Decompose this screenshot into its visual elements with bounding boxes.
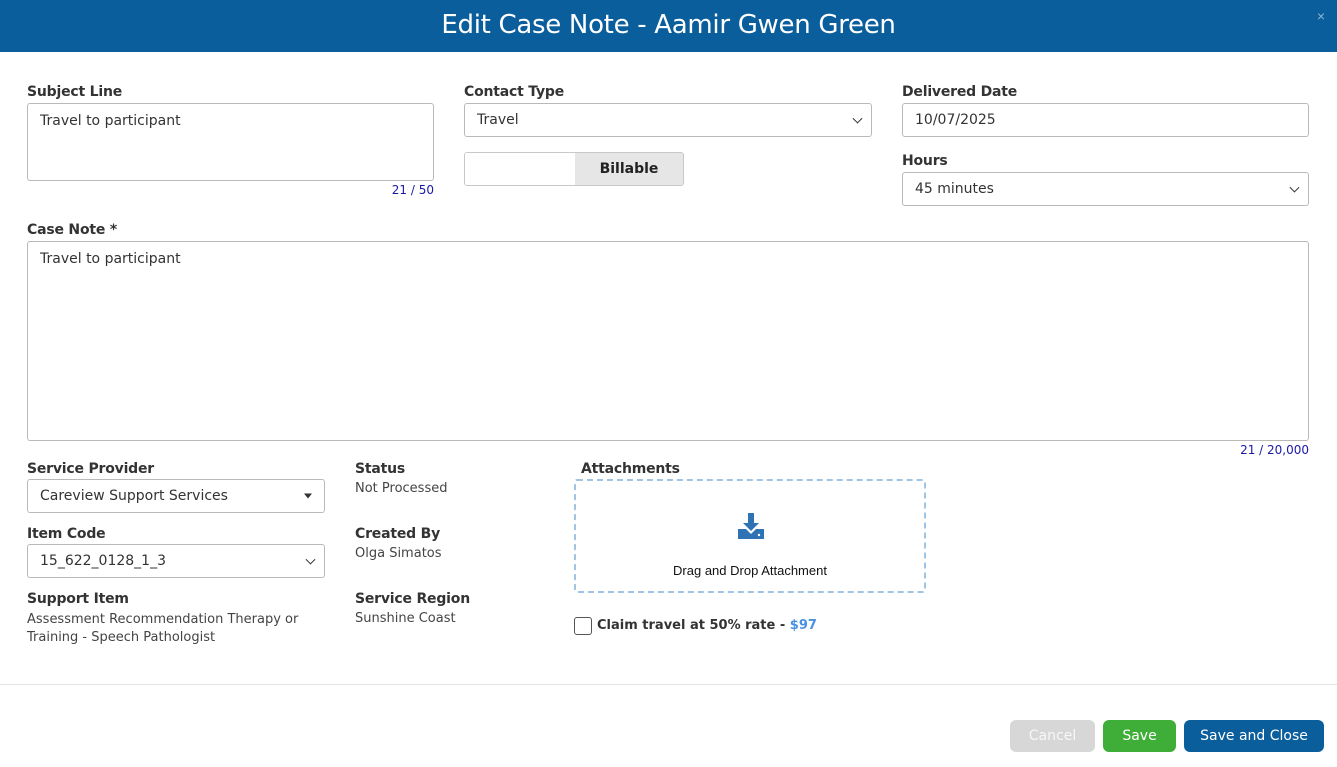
case-note-label: Case Note * xyxy=(27,222,117,238)
item-code-label: Item Code xyxy=(27,526,106,542)
save-and-close-button[interactable]: Save and Close xyxy=(1184,720,1324,752)
chevron-down-icon xyxy=(852,113,863,124)
delivered-date-label: Delivered Date xyxy=(902,84,1018,100)
delivered-date-input[interactable]: 10/07/2025 xyxy=(902,103,1309,137)
service-provider-value: Careview Support Services xyxy=(40,488,228,504)
created-by-label: Created By xyxy=(355,526,441,542)
download-tray-icon xyxy=(738,513,764,539)
caret-down-icon xyxy=(304,493,312,499)
item-code-select[interactable]: 15_622_0128_1_3 xyxy=(27,544,325,578)
cancel-button[interactable]: Cancel xyxy=(1010,720,1095,752)
contact-type-select[interactable]: Travel xyxy=(464,103,872,137)
dropzone-text: Drag and Drop Attachment xyxy=(673,563,827,578)
contact-type-label: Contact Type xyxy=(464,84,564,100)
subject-line-label: Subject Line xyxy=(27,84,123,100)
billable-toggle[interactable]: Billable xyxy=(464,152,684,186)
service-provider-select[interactable]: Careview Support Services xyxy=(27,479,325,513)
contact-type-value: Travel xyxy=(477,112,519,128)
item-code-value: 15_622_0128_1_3 xyxy=(40,553,166,569)
subject-line-input[interactable]: Travel to participant xyxy=(27,103,434,181)
claim-travel-text: Claim travel at 50% rate - xyxy=(597,618,790,633)
dialog-header: Edit Case Note - Aamir Gwen Green × xyxy=(0,0,1337,52)
status-value: Not Processed xyxy=(355,481,448,496)
dialog-title: Edit Case Note - Aamir Gwen Green xyxy=(441,10,896,40)
hours-label: Hours xyxy=(902,153,948,169)
claim-travel-label[interactable]: Claim travel at 50% rate - $97 xyxy=(597,618,817,633)
close-icon[interactable]: × xyxy=(1317,8,1325,24)
hours-value: 45 minutes xyxy=(915,181,994,197)
chevron-down-icon xyxy=(1289,182,1300,193)
attachment-dropzone[interactable]: Drag and Drop Attachment xyxy=(574,479,926,593)
status-label: Status xyxy=(355,461,406,477)
footer-divider xyxy=(0,684,1337,685)
case-note-textarea[interactable]: Travel to participant xyxy=(27,241,1309,441)
support-item-value: Assessment Recommendation Therapy or Tra… xyxy=(27,612,299,645)
subject-line-counter: 21 / 50 xyxy=(391,183,434,197)
created-by-value: Olga Simatos xyxy=(355,546,442,561)
service-region-value: Sunshine Coast xyxy=(355,611,456,626)
claim-travel-amount: $97 xyxy=(789,618,817,633)
save-button[interactable]: Save xyxy=(1103,720,1176,752)
hours-select[interactable]: 45 minutes xyxy=(902,172,1309,206)
service-region-label: Service Region xyxy=(355,591,470,607)
service-provider-label: Service Provider xyxy=(27,461,155,477)
claim-travel-checkbox[interactable] xyxy=(574,617,592,635)
billable-segment[interactable]: Billable xyxy=(575,153,683,185)
case-note-counter: 21 / 20,000 xyxy=(1240,443,1309,457)
attachments-label: Attachments xyxy=(581,461,680,477)
toggle-off-segment[interactable] xyxy=(465,153,575,185)
chevron-down-icon xyxy=(305,554,316,565)
support-item-label: Support Item xyxy=(27,591,129,607)
